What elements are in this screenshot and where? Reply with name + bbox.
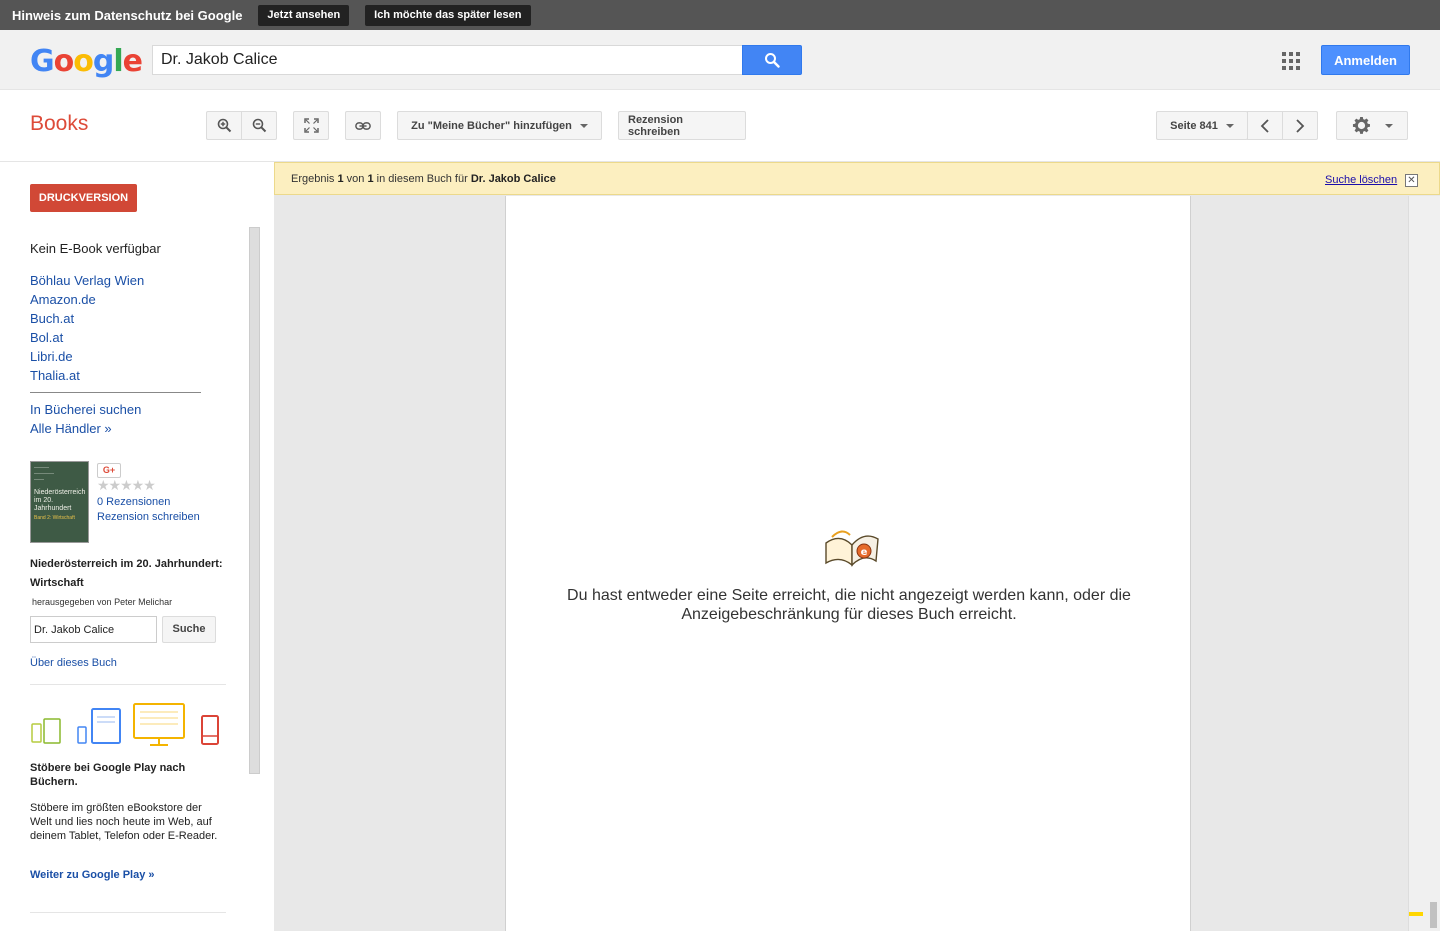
previous-page-button[interactable] bbox=[1247, 111, 1283, 140]
next-page-button[interactable] bbox=[1282, 111, 1318, 140]
book-viewer: Ergebnis 1 von 1 in diesem Buch für Dr. … bbox=[274, 162, 1440, 931]
about-book-link[interactable]: Über dieses Buch bbox=[30, 657, 117, 669]
fullscreen-button[interactable] bbox=[293, 111, 329, 140]
book-page[interactable]: e Du hast entweder eine Seite erreicht, … bbox=[505, 196, 1191, 931]
viewer-scrollbar[interactable] bbox=[1408, 196, 1440, 931]
search-result-bar: Ergebnis 1 von 1 in diesem Buch für Dr. … bbox=[274, 162, 1440, 195]
cover-decoration: ——— ———— —— bbox=[34, 465, 54, 483]
google-play-description: Stöbere im größten eBookstore der Welt u… bbox=[30, 802, 218, 842]
book-editor: herausgegeben von Peter Melichar bbox=[32, 597, 173, 607]
close-icon[interactable]: ✕ bbox=[1405, 174, 1418, 187]
result-suffix: in diesem Buch für bbox=[376, 172, 468, 185]
open-book-icon: e bbox=[825, 530, 879, 567]
books-toolbar: Books Zu "Meine Bücher" hinzufügen Rezen… bbox=[0, 90, 1440, 162]
seller-links: Böhlau Verlag Wien Amazon.de Buch.at Bol… bbox=[30, 273, 144, 387]
seller-link[interactable]: Amazon.de bbox=[30, 292, 96, 307]
book-cover[interactable]: ——— ———— —— Niederösterreich im 20. Jahrhu… bbox=[30, 461, 89, 543]
seller-link[interactable]: Thalia.at bbox=[30, 368, 80, 383]
search-header: Google Anmelden bbox=[0, 30, 1440, 90]
sidebar-divider bbox=[30, 912, 226, 913]
seller-link[interactable]: Buch.at bbox=[30, 311, 74, 326]
privacy-notice-bar: Hinweis zum Datenschutz bei Google Jetzt… bbox=[0, 0, 1440, 30]
result-prefix: Ergebnis bbox=[291, 172, 335, 185]
write-review-button[interactable]: Rezension schreiben bbox=[618, 111, 746, 140]
add-to-library-button[interactable]: Zu "Meine Bücher" hinzufügen bbox=[397, 111, 602, 140]
write-review-link[interactable]: Rezension schreiben bbox=[97, 511, 200, 523]
result-position-marker bbox=[1409, 912, 1423, 916]
add-to-library-label: Zu "Meine Bücher" hinzufügen bbox=[411, 119, 572, 132]
clear-search-link[interactable]: Suche löschen bbox=[1325, 174, 1397, 186]
inbook-search-button[interactable]: Suche bbox=[162, 616, 216, 643]
sidebar-divider bbox=[30, 684, 226, 685]
read-later-button[interactable]: Ich möchte das später lesen bbox=[365, 4, 531, 26]
message-line: Anzeigebeschränkung für dieses Buch erre… bbox=[681, 606, 1017, 623]
chevron-right-icon bbox=[1296, 118, 1305, 133]
chevron-down-icon bbox=[1384, 123, 1393, 128]
gear-icon bbox=[1352, 116, 1370, 134]
seller-link[interactable]: Bol.at bbox=[30, 330, 63, 345]
chevron-down-icon bbox=[579, 123, 588, 128]
privacy-notice-text: Hinweis zum Datenschutz bei Google bbox=[12, 7, 243, 23]
zoom-out-icon bbox=[252, 118, 266, 133]
reviews-count-link[interactable]: 0 Rezensionen bbox=[97, 496, 170, 508]
view-now-button[interactable]: Jetzt ansehen bbox=[258, 4, 350, 26]
books-title[interactable]: Books bbox=[30, 112, 88, 136]
cover-title: Niederösterreich im 20. Jahrhundert bbox=[34, 489, 86, 512]
google-logo[interactable]: Google bbox=[30, 44, 143, 79]
cover-subtitle: Band 2: Wirtschaft bbox=[34, 515, 75, 521]
inbook-search-input[interactable] bbox=[30, 616, 157, 643]
link-icon bbox=[355, 121, 371, 130]
unavailable-page-message: Du hast entweder eine Seite erreicht, di… bbox=[506, 586, 1192, 624]
page-select[interactable]: Seite 841 bbox=[1156, 111, 1248, 140]
seller-link[interactable]: Libri.de bbox=[30, 349, 73, 364]
result-query: Dr. Jakob Calice bbox=[470, 172, 556, 185]
zoom-in-icon bbox=[217, 118, 231, 133]
settings-button[interactable] bbox=[1336, 111, 1408, 140]
search-input[interactable] bbox=[152, 45, 743, 75]
no-ebook-label: Kein E-Book verfügbar bbox=[30, 241, 161, 256]
library-links: In Bücherei suchen Alle Händler » bbox=[30, 402, 141, 440]
search-library-link[interactable]: In Bücherei suchen bbox=[30, 402, 141, 417]
google-play-link[interactable]: Weiter zu Google Play » bbox=[30, 869, 155, 881]
result-index: 1 bbox=[337, 172, 344, 185]
zoom-in-button[interactable] bbox=[206, 111, 242, 140]
all-sellers-link[interactable]: Alle Händler » bbox=[30, 421, 112, 436]
result-total: 1 bbox=[367, 172, 374, 185]
sidebar: DRUCKVERSION Kein E-Book verfügbar Böhla… bbox=[0, 162, 274, 931]
link-button[interactable] bbox=[345, 111, 381, 140]
book-title: Niederösterreich im 20. Jahrhundert: Wir… bbox=[30, 558, 223, 589]
page-select-label: Seite 841 bbox=[1170, 119, 1218, 132]
signin-button[interactable]: Anmelden bbox=[1321, 45, 1410, 75]
search-button[interactable] bbox=[742, 45, 802, 75]
rating-stars: ★★★★★ bbox=[97, 477, 156, 493]
chevron-down-icon bbox=[1225, 123, 1234, 128]
svg-text:e: e bbox=[861, 547, 868, 558]
fullscreen-icon bbox=[303, 118, 319, 133]
print-version-button[interactable]: DRUCKVERSION bbox=[30, 184, 137, 212]
seller-link[interactable]: Böhlau Verlag Wien bbox=[30, 273, 144, 288]
sidebar-divider bbox=[30, 392, 201, 393]
sidebar-scrollbar[interactable] bbox=[249, 227, 260, 774]
google-play-heading: Stöbere bei Google Play nach Büchern. bbox=[30, 762, 186, 788]
search-icon bbox=[765, 53, 780, 68]
result-of: von bbox=[346, 172, 365, 185]
devices-illustration-icon bbox=[31, 703, 219, 746]
gplus-button[interactable]: G+ bbox=[97, 463, 121, 478]
scrollbar-thumb[interactable] bbox=[1430, 902, 1437, 928]
message-line: Du hast entweder eine Seite erreicht, di… bbox=[567, 587, 1131, 604]
zoom-out-button[interactable] bbox=[241, 111, 277, 140]
chevron-left-icon bbox=[1260, 118, 1269, 133]
apps-grid-icon[interactable] bbox=[1282, 52, 1300, 70]
